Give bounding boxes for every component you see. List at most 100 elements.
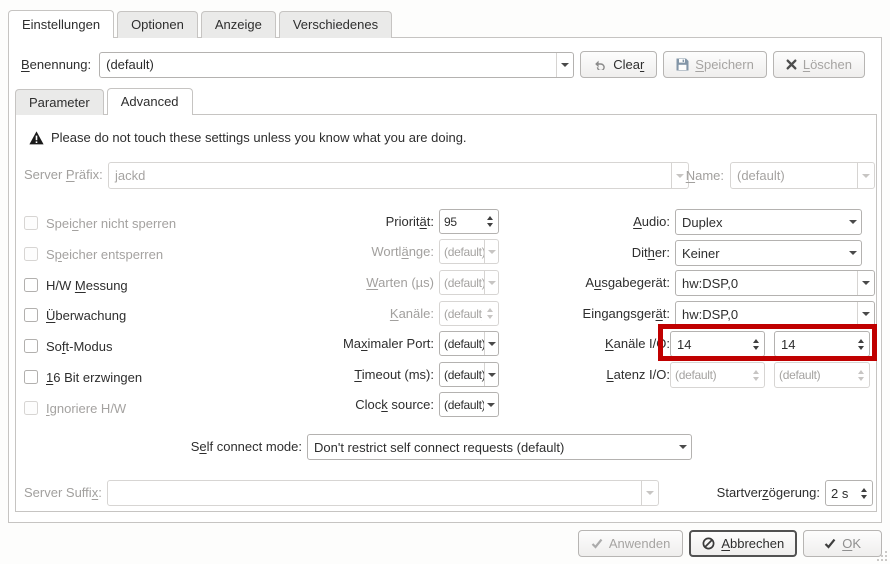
self-connect-mode-value: Don't restrict self connect requests (de… [308,440,674,455]
spin-up-button[interactable] [858,339,864,343]
spin-down-button[interactable] [861,495,867,499]
checkbox-ignore-hw[interactable]: Ignoriere H/W [24,398,126,418]
checkbox-label: Ignoriere H/W [46,401,126,416]
audio-combobox[interactable]: Duplex [675,209,862,235]
checkbox-box [24,401,38,415]
cancel-button[interactable]: Abbrechen [689,530,797,557]
output-device-combobox[interactable]: hw:DSP,0 [675,270,875,296]
latency-io-label: Latenz I/O: [446,362,670,388]
priority-label: Priorität: [196,209,434,234]
latency-in-spinbox[interactable]: (default) [670,362,765,388]
ok-button[interactable]: OK [803,530,882,557]
spin-up-button[interactable] [753,339,759,343]
spin-down-button[interactable] [753,346,759,350]
tab-verschiedenes[interactable]: Verschiedenes [279,11,392,38]
spin-down-button[interactable] [858,346,864,350]
warning-row: Please do not touch these settings unles… [29,130,467,145]
delete-x-icon [786,59,797,70]
tab-advanced[interactable]: Advanced [107,88,193,115]
checkbox-label: Speicher nicht sperren [46,216,176,231]
timeout-label: Timeout (ms): [196,362,434,387]
checkbox-force-16bit[interactable]: 16 Bit erzwingen [24,367,142,387]
spin-up-button[interactable] [861,488,867,492]
checkbox-unlock-memory[interactable]: Speicher entsperren [24,244,163,264]
tab-anzeige[interactable]: Anzeige [201,11,276,38]
tab-optionen[interactable]: Optionen [117,11,198,38]
start-delay-label: Startverzögerung: [656,480,820,506]
clear-button-label: Clear [613,57,644,72]
client-name-label: Name: [640,162,724,189]
checkbox-box [24,216,38,230]
input-device-combobox[interactable]: hw:DSP,0 [675,301,875,327]
dialog-button-row: Anwenden Abbrechen OK [578,530,882,557]
settings-sub-tabbar: Parameter Advanced [15,88,196,115]
channels-in-value: 14 [671,337,748,352]
checkbox-box [24,370,38,384]
server-prefix-combobox[interactable]: jackd [108,162,689,189]
checkbox-no-memory-lock[interactable]: Speicher nicht sperren [24,213,176,233]
server-suffix-combobox[interactable] [107,480,659,506]
combo-arrow [857,163,874,188]
clock-source-combobox[interactable]: (default) [439,392,499,417]
checkbox-monitor[interactable]: Überwachung [24,305,126,325]
check-icon [824,538,836,549]
main-tabbar: Einstellungen Optionen Anzeige Verschied… [8,10,395,38]
warning-icon [29,131,44,145]
spin-up-button[interactable] [858,370,864,374]
dither-combobox[interactable]: Keiner [675,240,862,266]
checkbox-label: H/W Messung [46,278,128,293]
channels-in-spinbox[interactable]: 14 [670,331,765,357]
start-delay-spinbox[interactable]: 2 s [825,480,873,506]
spin-buttons [856,481,872,505]
combo-arrow [857,271,874,295]
warning-text: Please do not touch these settings unles… [51,130,467,145]
checkbox-hw-meter[interactable]: H/W Messung [24,275,128,295]
checkbox-box [24,308,38,322]
audio-value: Duplex [676,215,844,230]
spin-down-button[interactable] [753,377,759,381]
server-prefix-value: jackd [109,168,671,183]
latency-out-spinbox[interactable]: (default) [774,362,870,388]
apply-button-label: Anwenden [609,536,670,551]
combo-arrow [844,210,861,234]
channels-out-value: 14 [775,337,853,352]
save-icon [676,58,689,71]
server-prefix-label: Server Präfix: [24,162,103,188]
spin-buttons [748,363,764,387]
checkbox-label: Soft-Modus [46,339,113,354]
clear-button[interactable]: Clear [580,51,657,78]
save-button[interactable]: Speichern [663,51,767,78]
spin-up-button[interactable] [753,370,759,374]
undo-icon [593,59,607,70]
self-connect-mode-label: Self connect mode: [56,434,302,460]
checkbox-box [24,278,38,292]
output-device-label: Ausgabegerät: [446,270,670,296]
resize-grip[interactable] [876,550,888,562]
save-button-label: Speichern [695,57,754,72]
delete-button[interactable]: Löschen [773,51,865,78]
cancel-button-label: Abbrechen [721,536,784,551]
server-suffix-label: Server Suffix: [24,480,102,506]
client-name-value: (default) [731,168,857,183]
client-name-combobox[interactable]: (default) [730,162,875,189]
spin-down-button[interactable] [858,377,864,381]
tab-einstellungen[interactable]: Einstellungen [8,10,114,38]
channels-out-spinbox[interactable]: 14 [774,331,870,357]
wait-label: Warten (µs) [196,270,434,295]
spin-buttons [853,363,869,387]
channels-label: Kanäle: [196,301,434,326]
preset-label: Benennung: [21,57,91,72]
spin-buttons [853,332,869,356]
preset-combobox[interactable]: (default) [99,52,574,78]
advanced-tab-page: Please do not touch these settings unles… [15,114,877,512]
combo-arrow [674,435,691,459]
wordlength-label: Wortlänge: [196,239,434,264]
clock-source-value: (default) [440,398,484,412]
self-connect-mode-combobox[interactable]: Don't restrict self connect requests (de… [307,434,692,460]
start-delay-value: 2 s [826,486,856,501]
combo-arrow [857,302,874,326]
apply-button[interactable]: Anwenden [578,530,683,557]
latency-in-value: (default) [671,368,748,382]
checkbox-soft-mode[interactable]: Soft-Modus [24,336,113,356]
tab-parameter[interactable]: Parameter [15,89,104,115]
